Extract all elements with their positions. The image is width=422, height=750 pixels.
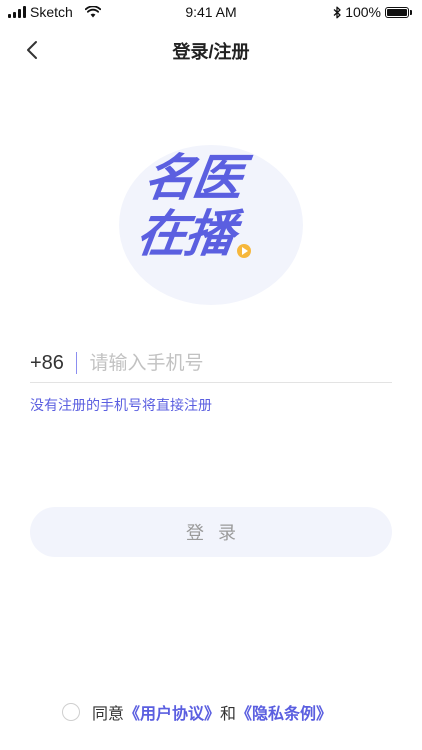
play-icon	[237, 244, 251, 258]
bluetooth-icon	[333, 6, 341, 18]
nav-bar: 登录/注册	[0, 30, 422, 70]
agreement-row: 同意 《用户协议》 和 《隐私条例》	[62, 700, 332, 724]
battery-fill	[387, 8, 407, 16]
agreement-connector: 和	[220, 704, 237, 723]
user-agreement-link[interactable]: 《用户协议》	[124, 700, 220, 724]
battery-icon	[385, 6, 412, 18]
logo-line-1: 名医	[141, 150, 245, 206]
phone-input[interactable]	[89, 352, 392, 374]
logo-line-2: 在播	[133, 206, 237, 262]
register-hint: 没有注册的手机号将直接注册	[30, 398, 212, 414]
agree-checkbox[interactable]	[62, 703, 80, 721]
input-divider	[75, 352, 78, 374]
status-bar: Sketch 9:41 AM 100%	[0, 0, 422, 24]
country-code[interactable]: +86	[30, 352, 64, 375]
login-button[interactable]: 登录	[30, 507, 392, 557]
phone-input-row: +86	[30, 344, 392, 383]
status-right: 100%	[333, 4, 412, 20]
agreement-prefix: 同意	[92, 704, 125, 723]
app-logo: 名医 在播	[133, 150, 299, 262]
page-title: 登录/注册	[172, 42, 250, 62]
battery-percent: 100%	[345, 4, 381, 20]
privacy-policy-link[interactable]: 《隐私条例》	[236, 700, 332, 724]
